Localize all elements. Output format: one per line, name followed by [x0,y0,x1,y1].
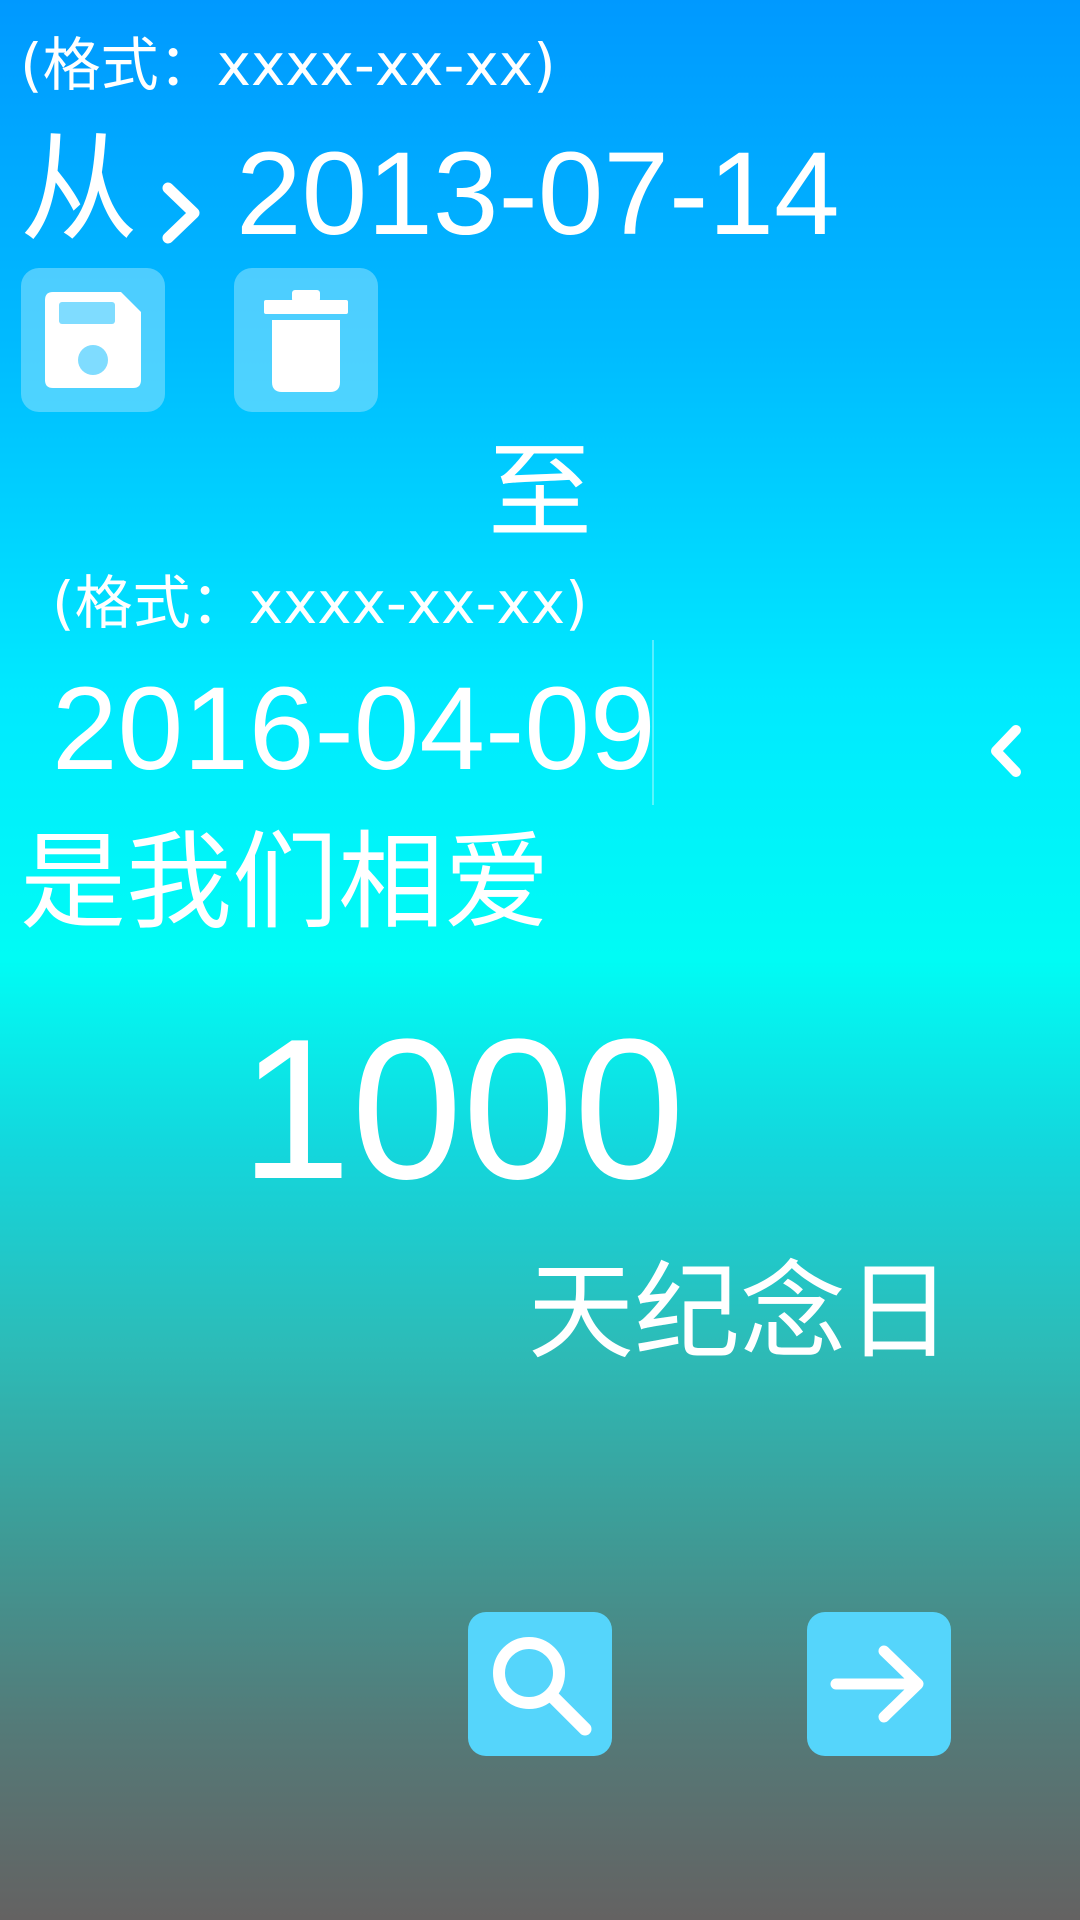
to-format-hint: (格式：xxxx-xx-xx) [52,569,588,637]
floppy-disk-icon [45,292,141,388]
from-date-field[interactable]: 2013-07-14 [236,135,840,253]
save-button[interactable] [21,268,165,412]
day-count: 1000 [240,998,685,1221]
chevron-right-icon[interactable] [158,178,204,248]
from-format-hint: (格式：xxxx-xx-xx) [20,31,556,99]
result-suffix-text: 天纪念日 [528,1251,952,1374]
result-prefix-text: 是我们相爱 [20,821,550,944]
trash-icon [264,290,348,392]
delete-button[interactable] [234,268,378,412]
chevron-left-icon[interactable] [986,722,1026,780]
search-button[interactable] [468,1612,612,1756]
to-date-field[interactable]: 2016-04-09 [52,670,656,788]
text-cursor [652,640,654,805]
to-label: 至 [488,431,593,553]
search-icon [493,1637,592,1736]
arrow-right-icon [830,1645,924,1723]
from-label: 从 [20,120,139,258]
next-button[interactable] [807,1612,951,1756]
